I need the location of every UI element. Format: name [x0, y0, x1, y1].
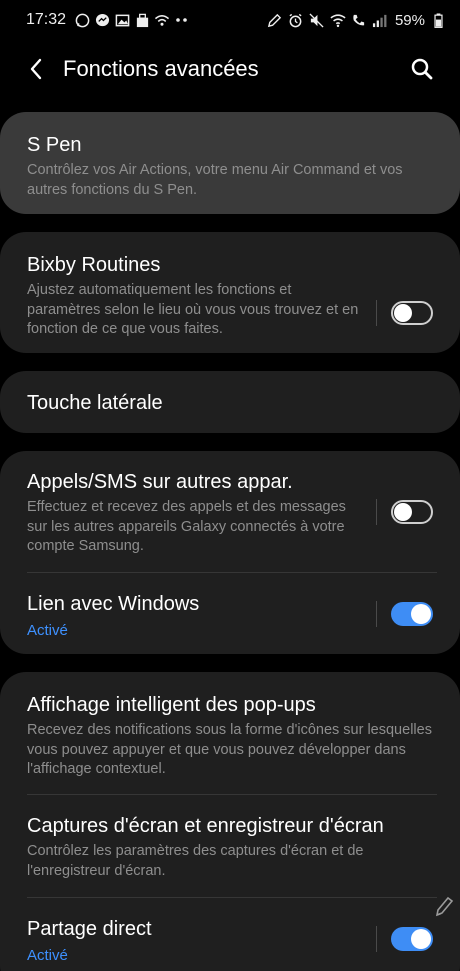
link-to-windows-toggle[interactable]	[391, 602, 433, 626]
more-notifications-icon	[174, 12, 190, 28]
card-s-pen[interactable]: S Pen Contrôlez vos Air Actions, votre m…	[0, 112, 460, 214]
setting-title: Bixby Routines	[27, 254, 161, 276]
whatsapp-icon	[74, 12, 90, 28]
vertical-divider	[376, 499, 377, 525]
setting-description: Ajustez automatiquement les fonctions et…	[27, 282, 359, 337]
signal-icon	[372, 12, 388, 28]
setting-status: Activé	[27, 947, 68, 964]
setting-title: Affichage intelligent des pop-ups	[27, 694, 316, 716]
toggle-knob	[411, 604, 431, 624]
wifi-call-icon	[154, 12, 170, 28]
calls-sms-toggle[interactable]	[391, 500, 433, 524]
volte-call-icon	[351, 12, 367, 28]
status-bar: 17:32 59%	[0, 0, 460, 40]
vertical-divider	[376, 926, 377, 952]
page-title: Fonctions avancées	[63, 56, 259, 81]
back-button[interactable]	[12, 45, 60, 93]
search-icon	[411, 58, 433, 80]
setting-screenshots-recorder[interactable]: Captures d'écran et enregistreur d'écran…	[0, 795, 460, 897]
gallery-icon	[114, 12, 130, 28]
setting-title: Lien avec Windows	[27, 593, 200, 615]
pen-icon	[435, 896, 454, 917]
toggle-knob	[411, 929, 431, 949]
setting-smart-popup-view[interactable]: Affichage intelligent des pop-ups Receve…	[0, 672, 460, 794]
bixby-routines-toggle[interactable]	[391, 301, 433, 325]
battery-percent: 59%	[394, 11, 425, 29]
setting-title: S Pen	[27, 134, 82, 156]
back-arrow-icon	[30, 58, 42, 80]
setting-description: Contrôlez les paramètres des captures d'…	[27, 843, 364, 879]
store-icon	[134, 12, 150, 28]
setting-status: Activé	[27, 622, 68, 639]
setting-title: Touche latérale	[27, 392, 163, 414]
app-header: Fonctions avancées	[0, 40, 460, 98]
setting-direct-share[interactable]: Partage direct Activé	[0, 898, 460, 964]
setting-bixby-routines[interactable]: Bixby Routines Ajustez automatiquement l…	[0, 232, 460, 340]
vertical-divider	[376, 601, 377, 627]
setting-calls-sms-other-devices[interactable]: Appels/SMS sur autres appar. Effectuez e…	[0, 451, 460, 572]
card-side-key: Touche latérale	[0, 371, 460, 433]
setting-description: Recevez des notifications sous la forme …	[27, 722, 432, 777]
toggle-knob	[394, 503, 412, 521]
card-productivity: Affichage intelligent des pop-ups Receve…	[0, 672, 460, 971]
alarm-icon	[288, 12, 304, 28]
setting-description: Contrôlez vos Air Actions, votre menu Ai…	[27, 162, 403, 198]
toggle-knob	[394, 304, 412, 322]
vertical-divider	[376, 300, 377, 326]
pen-icon	[267, 12, 283, 28]
setting-s-pen[interactable]: S Pen Contrôlez vos Air Actions, votre m…	[0, 112, 460, 200]
direct-share-toggle[interactable]	[391, 927, 433, 951]
setting-side-key[interactable]: Touche latérale	[0, 371, 460, 416]
setting-title: Captures d'écran et enregistreur d'écran	[27, 815, 384, 837]
search-button[interactable]	[398, 45, 446, 93]
setting-link-to-windows[interactable]: Lien avec Windows Activé	[0, 573, 460, 639]
messenger-icon	[94, 12, 110, 28]
setting-title: Partage direct	[27, 918, 152, 940]
air-command-button[interactable]	[428, 889, 460, 925]
card-bixby-routines: Bixby Routines Ajustez automatiquement l…	[0, 232, 460, 353]
setting-description: Effectuez et recevez des appels et des m…	[27, 499, 346, 554]
battery-icon	[430, 12, 446, 28]
card-connected-devices: Appels/SMS sur autres appar. Effectuez e…	[0, 451, 460, 654]
mute-icon	[309, 12, 325, 28]
setting-title: Appels/SMS sur autres appar.	[27, 471, 293, 493]
status-time: 17:32	[26, 11, 67, 28]
wifi-icon	[330, 12, 346, 28]
